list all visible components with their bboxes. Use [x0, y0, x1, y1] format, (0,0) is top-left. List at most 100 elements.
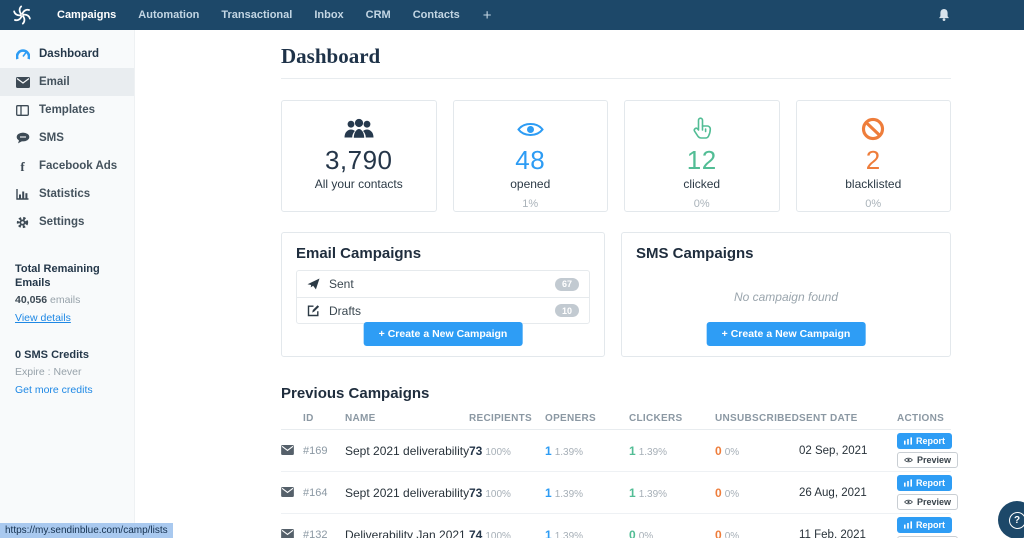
- eye-icon: [454, 116, 608, 142]
- facebook-icon: f: [20, 158, 25, 174]
- contacts-label: All your contacts: [314, 177, 403, 191]
- clickers-value: 0: [629, 527, 636, 538]
- campaign-name[interactable]: Deliverability Jan 2021 r...: [345, 528, 469, 538]
- sent-date: 11 Feb, 2021: [799, 528, 866, 538]
- create-sms-campaign-button[interactable]: + Create a New Campaign: [706, 322, 866, 346]
- table-row: #132 Deliverability Jan 2021 r... 74 100%…: [281, 514, 959, 538]
- sms-credits-block: 0 SMS Credits Expire : Never Get more cr…: [0, 348, 134, 398]
- email-campaigns-list: Sent 67 Drafts 10: [296, 270, 590, 324]
- sendinblue-logo-icon[interactable]: [12, 5, 32, 25]
- sidebar-item-statistics[interactable]: Statistics: [0, 180, 134, 208]
- envelope-icon: [15, 76, 30, 88]
- sent-date: 02 Sep, 2021: [799, 444, 868, 457]
- unsubscribed-pct: 0%: [724, 488, 740, 500]
- sidebar-item-label: Email: [39, 76, 70, 88]
- contacts-count: 3,790: [324, 145, 393, 175]
- report-label: Report: [916, 520, 945, 530]
- sidebar-item-templates[interactable]: Templates: [0, 96, 134, 124]
- sidebar-item-label: Dashboard: [39, 48, 100, 60]
- col-actions: ACTIONS: [897, 413, 945, 424]
- col-clickers: CLICKERS: [629, 413, 683, 424]
- clicked-label: clicked: [683, 177, 721, 191]
- templates-layout-icon: [15, 104, 30, 116]
- campaign-name[interactable]: Sept 2021 deliverability ...: [345, 486, 469, 500]
- clicked-percent: 0%: [693, 198, 710, 210]
- unsubscribed-pct: 0%: [724, 530, 740, 538]
- stat-card-opened: 48 opened 1%: [452, 100, 608, 212]
- unsubscribed-value: 0: [715, 485, 722, 500]
- sent-campaigns-row[interactable]: Sent 67: [297, 271, 589, 297]
- nav-item-campaigns[interactable]: Campaigns: [57, 9, 116, 21]
- sidebar-item-label: Settings: [39, 216, 85, 228]
- gear-icon: [15, 216, 30, 229]
- stat-cards-row: 3,790 All your contacts 48 opened 1% 12 …: [281, 100, 951, 212]
- sidebar-item-facebook-ads[interactable]: f Facebook Ads: [0, 152, 134, 180]
- sidebar-item-settings[interactable]: Settings: [0, 208, 134, 236]
- sms-bubble-icon: [15, 132, 30, 144]
- col-recipients: RECIPIENTS: [469, 413, 533, 424]
- sidebar-item-label: SMS: [39, 132, 64, 144]
- row-envelope-icon: [281, 442, 303, 460]
- view-details-link[interactable]: View details: [15, 312, 71, 324]
- preview-button[interactable]: Preview: [897, 452, 959, 468]
- create-email-campaign-button[interactable]: + Create a New Campaign: [363, 322, 523, 346]
- report-label: Report: [916, 478, 945, 488]
- sidebar-item-label: Templates: [39, 104, 96, 116]
- drafts-label: Drafts: [329, 303, 362, 318]
- table-row: #164 Sept 2021 deliverability ... 73 100%…: [281, 472, 959, 514]
- sidebar-item-email[interactable]: Email: [0, 68, 134, 96]
- sms-credits-expire: Expire : Never: [15, 366, 82, 378]
- hand-pointer-icon: [625, 116, 779, 142]
- paper-plane-icon: [307, 278, 322, 290]
- status-bar-url: https://my.sendinblue.com/camp/lists: [0, 523, 173, 538]
- previous-campaigns-table: ID NAME RECIPIENTS OPENERS CLICKERS UNSU…: [281, 408, 959, 538]
- recipients-pct: 100%: [485, 488, 511, 500]
- openers-value: 1: [545, 485, 552, 500]
- notification-bell-icon[interactable]: [938, 8, 950, 27]
- help-button[interactable]: ?: [998, 501, 1024, 538]
- recipients-pct: 100%: [485, 530, 511, 538]
- sidebar-item-sms[interactable]: SMS: [0, 124, 134, 152]
- recipients-value: 73: [469, 485, 483, 500]
- report-button[interactable]: Report: [897, 475, 952, 491]
- table-row: #169 Sept 2021 deliverability ... 73 100%…: [281, 430, 959, 472]
- preview-button[interactable]: Preview: [897, 494, 959, 510]
- clickers-pct: 0%: [638, 530, 654, 538]
- report-button[interactable]: Report: [897, 433, 952, 449]
- openers-pct: 1.39%: [554, 488, 584, 500]
- sidebar-item-label: Facebook Ads: [39, 160, 118, 172]
- left-sidebar: Dashboard Email Templates SMS f Facebook…: [0, 30, 135, 538]
- campaign-panels-row: Email Campaigns Sent 67 Drafts 10 + Crea…: [281, 232, 951, 357]
- report-button[interactable]: Report: [897, 517, 952, 533]
- nav-item-transactional[interactable]: Transactional: [221, 9, 292, 21]
- clickers-pct: 1.39%: [638, 446, 668, 458]
- stat-card-clicked: 12 clicked 0%: [624, 100, 780, 212]
- nav-item-crm[interactable]: CRM: [366, 9, 391, 21]
- opened-label: opened: [510, 177, 551, 191]
- col-sent-date: SENT DATE: [799, 413, 858, 424]
- nav-add-app-button[interactable]: +: [483, 7, 492, 24]
- openers-pct: 1.39%: [554, 446, 584, 458]
- campaign-id: #132: [303, 528, 328, 538]
- nav-item-contacts[interactable]: Contacts: [413, 9, 460, 21]
- openers-value: 1: [545, 527, 552, 538]
- emails-count-value: 40,056: [15, 294, 48, 306]
- nav-item-inbox[interactable]: Inbox: [314, 9, 343, 21]
- get-more-credits-link[interactable]: Get more credits: [15, 384, 93, 396]
- sent-count-badge: 67: [554, 277, 579, 291]
- stat-card-blacklisted: 2 blacklisted 0%: [795, 100, 951, 212]
- campaign-name[interactable]: Sept 2021 deliverability ...: [345, 444, 469, 458]
- emails-count-unit: emails: [47, 294, 81, 306]
- statistics-chart-icon: [15, 188, 30, 200]
- table-header-row: ID NAME RECIPIENTS OPENERS CLICKERS UNSU…: [281, 408, 951, 430]
- nav-item-automation[interactable]: Automation: [138, 9, 199, 21]
- recipients-value: 74: [469, 527, 483, 538]
- drafts-campaigns-row[interactable]: Drafts 10: [297, 297, 589, 323]
- blacklisted-count: 2: [865, 145, 881, 175]
- blacklisted-label: blacklisted: [845, 177, 902, 191]
- remaining-emails-title: Total Remaining Emails: [15, 263, 100, 289]
- sidebar-item-dashboard[interactable]: Dashboard: [0, 40, 134, 68]
- remaining-emails-block: Total Remaining Emails 40,056 emails Vie…: [0, 262, 134, 326]
- clickers-pct: 1.39%: [638, 488, 668, 500]
- drafts-count-badge: 10: [554, 304, 579, 317]
